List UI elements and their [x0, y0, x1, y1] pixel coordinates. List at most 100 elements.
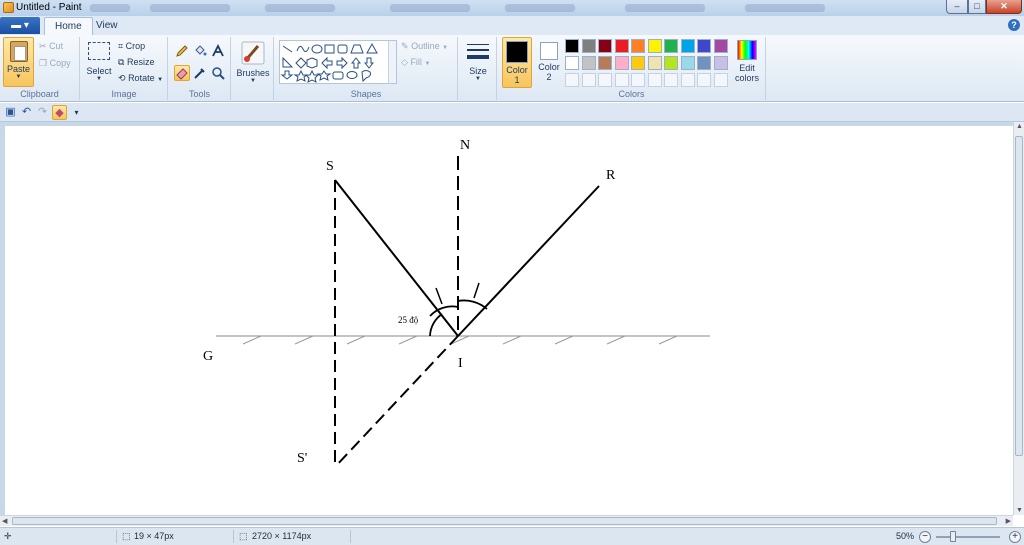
palette-color-swatch[interactable]	[664, 56, 678, 70]
help-icon[interactable]: ?	[1008, 19, 1020, 31]
edit-colors-button[interactable]: Edit colors	[732, 40, 762, 83]
vertical-scrollbar[interactable]: ▲ ▼	[1013, 122, 1024, 515]
brushes-button[interactable]: Brushes ▼	[235, 40, 271, 84]
color-2-button[interactable]: Color 2	[534, 37, 564, 88]
zoom-in-icon[interactable]: +	[1009, 531, 1021, 543]
scroll-left-icon[interactable]: ◀	[2, 517, 7, 525]
palette-color-swatch[interactable]	[598, 56, 612, 70]
horizontal-scroll-thumb[interactable]	[12, 517, 997, 525]
color-1-swatch	[506, 41, 528, 63]
palette-color-swatch[interactable]	[598, 39, 612, 53]
shapes-scrollbar[interactable]	[388, 41, 396, 83]
redo-icon[interactable]: ↷	[35, 105, 50, 120]
zoom-slider-thumb[interactable]	[950, 531, 956, 542]
text-icon[interactable]	[210, 43, 226, 59]
magnifier-icon[interactable]	[210, 65, 226, 81]
scroll-up-icon[interactable]: ▲	[1016, 123, 1023, 130]
cut-button[interactable]: ✂ Cut	[39, 41, 63, 52]
brushes-group: Brushes ▼	[232, 37, 274, 100]
palette-color-swatch[interactable]	[647, 56, 662, 70]
zoom-out-icon[interactable]: −	[919, 531, 931, 543]
zoom-slider-track[interactable]	[936, 536, 1000, 538]
reflected-ray	[457, 185, 600, 337]
palette-color-swatch[interactable]	[614, 39, 629, 53]
custom-color-slot[interactable]	[647, 73, 662, 87]
palette-color-swatch[interactable]	[664, 39, 678, 53]
chevron-down-icon: ▼	[250, 78, 256, 84]
colors-group: Color 1 Color 2 Edit colors Colors	[498, 37, 766, 100]
custom-color-slot[interactable]	[614, 73, 629, 87]
custom-color-slot[interactable]	[631, 73, 645, 87]
scroll-right-icon[interactable]: ▶	[1006, 517, 1011, 525]
eraser-icon[interactable]: ◆	[52, 105, 67, 120]
chevron-down-icon: ▼	[442, 45, 449, 51]
fill-button[interactable]: ◇ Fill ▼	[401, 57, 430, 68]
palette-color-swatch[interactable]	[697, 39, 711, 53]
scroll-down-icon[interactable]: ▼	[1016, 507, 1023, 514]
resize-icon: ⧉	[118, 57, 125, 68]
minimize-button[interactable]: –	[946, 0, 968, 14]
paint-menu-button[interactable]: ▬ ▾	[0, 17, 40, 34]
select-button[interactable]: Select ▼	[84, 40, 114, 82]
custom-color-slot[interactable]	[697, 73, 711, 87]
custom-color-slot[interactable]	[581, 73, 596, 87]
color-picker-icon[interactable]	[192, 65, 208, 81]
customize-icon[interactable]: ▾	[69, 105, 84, 120]
ribbon-tab-row: ▬ ▾ Home View ?	[0, 16, 1024, 35]
colors-group-label: Colors	[618, 89, 645, 99]
vertical-scroll-thumb[interactable]	[1015, 136, 1023, 456]
palette-color-swatch[interactable]	[565, 39, 579, 53]
pencil-icon[interactable]	[174, 43, 190, 59]
palette-color-swatch[interactable]	[647, 39, 662, 53]
background-tab-ghost	[265, 4, 335, 12]
optics-diagram: S N R G I S' 25 độ	[203, 138, 710, 468]
tab-view[interactable]: View	[86, 17, 128, 35]
palette-color-swatch[interactable]	[713, 39, 728, 53]
color-palette	[565, 39, 730, 89]
chevron-down-icon: ▼	[15, 74, 22, 80]
size-button[interactable]: Size ▼	[462, 40, 494, 82]
custom-color-slot[interactable]	[680, 73, 695, 87]
paste-button[interactable]: Paste ▼	[3, 37, 34, 87]
palette-color-swatch[interactable]	[581, 56, 596, 70]
close-button[interactable]: ✕	[986, 0, 1022, 14]
outline-button[interactable]: ✎ Outline ▼	[401, 41, 448, 52]
eraser-icon[interactable]	[174, 65, 190, 81]
palette-color-swatch[interactable]	[631, 56, 645, 70]
crop-button[interactable]: ⌗ Crop	[118, 41, 145, 52]
chevron-down-icon: ▾	[23, 20, 29, 31]
clipboard-icon	[9, 41, 28, 62]
palette-color-swatch[interactable]	[614, 56, 629, 70]
selection-size: 19 × 47px	[134, 531, 174, 541]
zoom-level: 50%	[896, 531, 915, 541]
drawing-canvas[interactable]: S N R G I S' 25 độ	[5, 126, 1013, 515]
palette-color-swatch[interactable]	[631, 39, 645, 53]
angle-arc-25	[429, 313, 443, 337]
tools-group-label: Tools	[188, 89, 210, 99]
angle-tick	[473, 282, 480, 299]
label-angle: 25 độ	[398, 315, 419, 325]
resize-button[interactable]: ⧉ Resize	[118, 57, 154, 68]
background-tab-ghost	[745, 4, 825, 12]
rotate-button[interactable]: ⟲ Rotate ▼	[118, 73, 163, 84]
horizontal-scrollbar[interactable]: ◀ ▶	[0, 515, 1013, 526]
palette-color-swatch[interactable]	[680, 39, 695, 53]
undo-icon[interactable]: ↶	[19, 105, 34, 120]
custom-color-slot[interactable]	[713, 73, 728, 87]
custom-color-slot[interactable]	[598, 73, 612, 87]
custom-color-slot[interactable]	[664, 73, 678, 87]
palette-color-swatch[interactable]	[680, 56, 695, 70]
custom-color-slot[interactable]	[565, 73, 579, 87]
save-icon[interactable]: ▣	[3, 105, 18, 120]
copy-button[interactable]: ❐ Copy	[39, 58, 71, 69]
select-rectangle-icon	[88, 42, 110, 60]
palette-color-swatch[interactable]	[565, 56, 579, 70]
palette-color-swatch[interactable]	[581, 39, 596, 53]
shapes-gallery[interactable]	[279, 40, 397, 84]
rotate-icon: ⟲	[118, 73, 126, 84]
palette-color-swatch[interactable]	[713, 56, 728, 70]
color-1-button[interactable]: Color 1	[502, 37, 532, 88]
fill-icon[interactable]	[192, 43, 208, 59]
palette-color-swatch[interactable]	[697, 56, 711, 70]
maximize-button[interactable]: □	[968, 0, 986, 14]
